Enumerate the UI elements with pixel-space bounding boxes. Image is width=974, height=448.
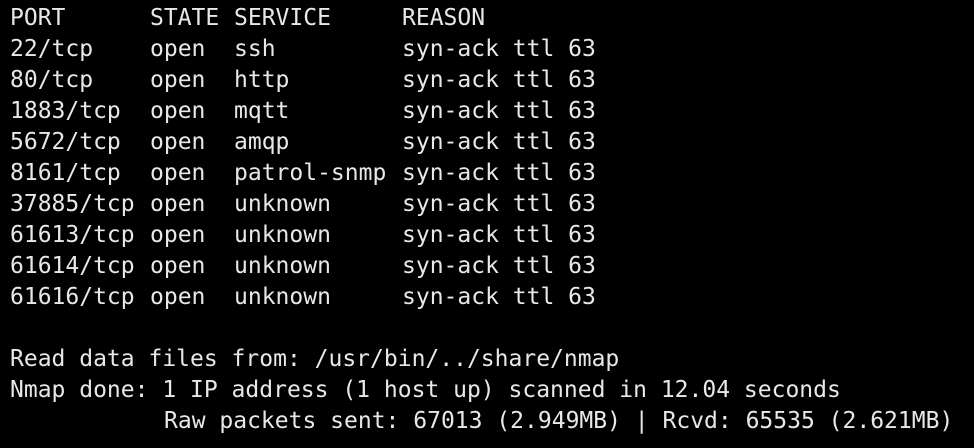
state-cell: open xyxy=(150,98,206,124)
port-cell: 61613/tcp xyxy=(10,222,135,248)
reason-cell: syn-ack ttl 63 xyxy=(402,36,596,62)
read-data-line: Read data files from: /usr/bin/../share/… xyxy=(10,346,620,372)
port-cell: 8161/tcp xyxy=(10,160,121,186)
table-row: 61613/tcp open unknown syn-ack ttl 63 xyxy=(10,220,974,251)
service-cell: unknown xyxy=(234,284,331,310)
header-port: PORT xyxy=(10,5,66,31)
state-cell: open xyxy=(150,160,206,186)
reason-cell: syn-ack ttl 63 xyxy=(402,160,596,186)
state-cell: open xyxy=(150,36,206,62)
reason-cell: syn-ack ttl 63 xyxy=(402,222,596,248)
table-row: 80/tcp open http syn-ack ttl 63 xyxy=(10,65,974,96)
state-cell: open xyxy=(150,284,206,310)
reason-cell: syn-ack ttl 63 xyxy=(402,98,596,124)
service-cell: patrol-snmp xyxy=(234,160,387,186)
service-cell: unknown xyxy=(234,191,331,217)
service-cell: unknown xyxy=(234,253,331,279)
port-cell: 22/tcp xyxy=(10,36,94,62)
raw-packets-line: Raw packets sent: 67013 (2.949MB) | Rcvd… xyxy=(164,408,954,434)
port-cell: 80/tcp xyxy=(10,67,94,93)
port-cell: 1883/tcp xyxy=(10,98,121,124)
service-cell: ssh xyxy=(234,36,276,62)
reason-cell: syn-ack ttl 63 xyxy=(402,253,596,279)
reason-cell: syn-ack ttl 63 xyxy=(402,284,596,310)
scan-complete-line: Nmap done: 1 IP address (1 host up) scan… xyxy=(10,377,841,403)
port-cell: 5672/tcp xyxy=(10,129,121,155)
state-cell: open xyxy=(150,129,206,155)
header-state: STATE xyxy=(150,5,220,31)
table-row: 8161/tcp open patrol-snmp syn-ack ttl 63 xyxy=(10,158,974,189)
port-cell: 61614/tcp xyxy=(10,253,135,279)
port-cell: 61616/tcp xyxy=(10,284,135,310)
table-row: 61616/tcp open unknown syn-ack ttl 63 xyxy=(10,282,974,313)
terminal-window[interactable]: PORT STATE SERVICE REASON 22/tcp open ss… xyxy=(0,0,974,448)
reason-cell: syn-ack ttl 63 xyxy=(402,67,596,93)
service-cell: unknown xyxy=(234,222,331,248)
table-row: 37885/tcp open unknown syn-ack ttl 63 xyxy=(10,189,974,220)
table-row: 1883/tcp open mqtt syn-ack ttl 63 xyxy=(10,96,974,127)
header-service: SERVICE xyxy=(234,5,331,31)
port-cell: 37885/tcp xyxy=(10,191,135,217)
table-row: 22/tcp open ssh syn-ack ttl 63 xyxy=(10,34,974,65)
reason-cell: syn-ack ttl 63 xyxy=(402,129,596,155)
service-cell: amqp xyxy=(234,129,290,155)
state-cell: open xyxy=(150,253,206,279)
reason-cell: syn-ack ttl 63 xyxy=(402,191,596,217)
header-reason: REASON xyxy=(402,5,486,31)
state-cell: open xyxy=(150,222,206,248)
service-cell: http xyxy=(234,67,290,93)
table-header: PORT STATE SERVICE REASON xyxy=(10,3,974,34)
service-cell: mqtt xyxy=(234,98,290,124)
table-row: 61614/tcp open unknown syn-ack ttl 63 xyxy=(10,251,974,282)
table-row: 5672/tcp open amqp syn-ack ttl 63 xyxy=(10,127,974,158)
state-cell: open xyxy=(150,67,206,93)
state-cell: open xyxy=(150,191,206,217)
